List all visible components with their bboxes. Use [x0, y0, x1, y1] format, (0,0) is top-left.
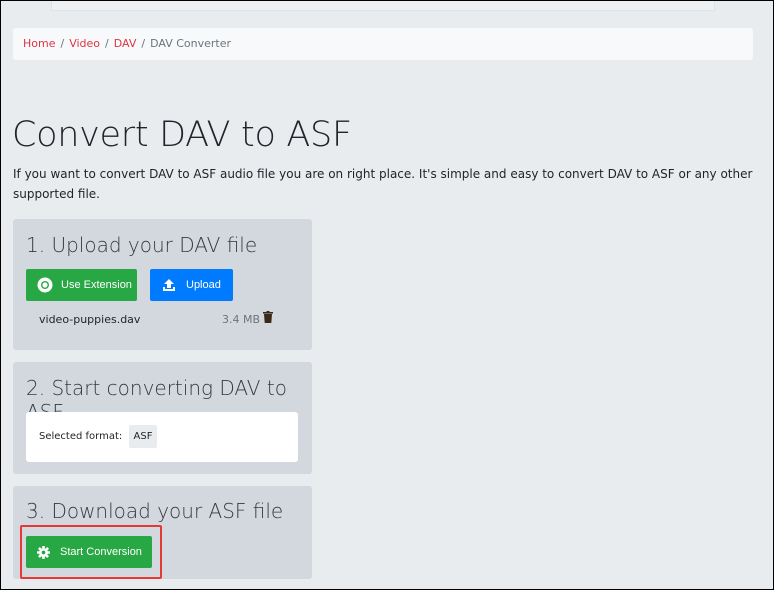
upload-button[interactable]: Upload: [150, 269, 233, 301]
page-title: Convert DAV to ASF: [12, 115, 352, 155]
upload-heading: 1. Upload your DAV file: [26, 233, 258, 257]
use-extension-button[interactable]: Use Extension: [26, 269, 137, 301]
upload-card: 1. Upload your DAV file Use Extension Up…: [13, 219, 312, 350]
upload-icon: [163, 279, 175, 291]
upload-label: Upload: [186, 279, 221, 291]
breadcrumb-current: DAV Converter: [150, 37, 231, 50]
trash-icon[interactable]: [263, 311, 273, 323]
use-extension-label: Use Extension: [61, 279, 132, 291]
convert-card: 2. Start converting DAV to ASF Selected …: [13, 362, 312, 474]
file-size: 3.4 MB: [222, 313, 261, 326]
chrome-icon: [37, 277, 53, 293]
highlight-box: [20, 525, 162, 579]
breadcrumb-separator: /: [105, 37, 109, 50]
breadcrumb-home[interactable]: Home: [23, 37, 55, 50]
format-label: Selected format:: [39, 431, 123, 442]
breadcrumb-dav[interactable]: DAV: [114, 37, 137, 50]
download-heading: 3. Download your ASF file: [26, 499, 284, 523]
breadcrumb-separator: /: [60, 37, 65, 50]
breadcrumb-separator: /: [141, 37, 146, 50]
format-panel: Selected format: ASF: [26, 412, 298, 462]
breadcrumb-video[interactable]: Video: [69, 37, 100, 50]
file-name: video-puppies.dav: [39, 313, 141, 326]
top-bar: [51, 1, 715, 11]
breadcrumb: Home / Video / DAV / DAV Converter: [13, 28, 753, 60]
format-value[interactable]: ASF: [129, 425, 157, 448]
intro-text: If you want to convert DAV to ASF audio …: [13, 167, 753, 201]
